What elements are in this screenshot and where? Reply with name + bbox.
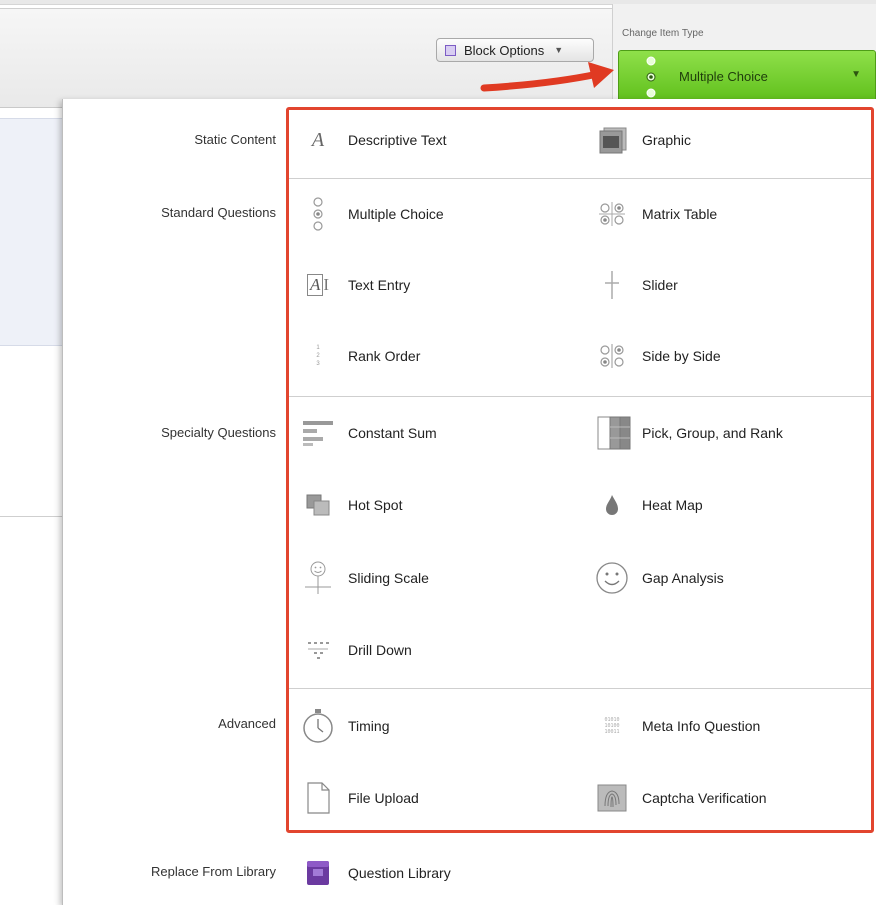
library-icon bbox=[296, 855, 340, 891]
category-advanced: Advanced bbox=[218, 716, 276, 731]
radio-list-icon bbox=[646, 56, 656, 98]
current-type-label: Multiple Choice bbox=[679, 69, 768, 84]
question-area-strip bbox=[0, 118, 62, 346]
chevron-down-icon: ▼ bbox=[554, 45, 564, 55]
item-question-library[interactable]: Question Library bbox=[296, 855, 451, 891]
highlight-box bbox=[286, 107, 874, 833]
block-options-icon bbox=[445, 44, 456, 56]
block-options-label: Block Options bbox=[464, 42, 545, 58]
change-item-type-dropdown[interactable]: Multiple Choice ▼ bbox=[618, 50, 876, 103]
category-standard-questions: Standard Questions bbox=[161, 205, 276, 220]
category-specialty-questions: Specialty Questions bbox=[161, 425, 276, 440]
category-static-content: Static Content bbox=[194, 132, 276, 147]
chevron-down-icon: ▼ bbox=[851, 69, 861, 80]
divider bbox=[0, 516, 62, 517]
item-label: Question Library bbox=[348, 865, 451, 881]
category-replace-from-library: Replace From Library bbox=[151, 864, 276, 879]
change-item-type-label: Change Item Type bbox=[622, 28, 704, 39]
red-arrow-icon bbox=[480, 62, 614, 92]
